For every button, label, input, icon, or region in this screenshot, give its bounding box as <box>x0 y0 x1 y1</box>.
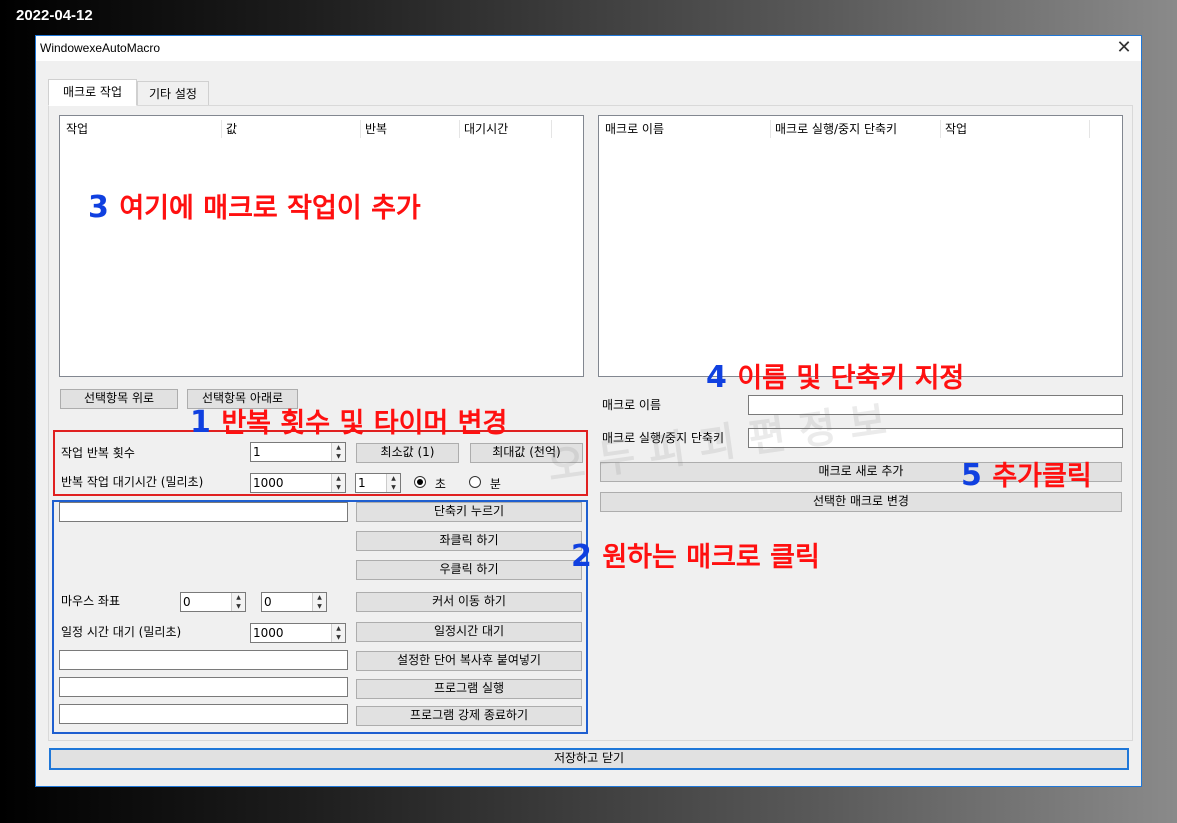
tab-macro-tasks[interactable]: 매크로 작업 <box>48 79 137 106</box>
wait-ms-stepper[interactable]: 1000 ▲ ▼ <box>250 623 346 643</box>
spinner-arrows-icon[interactable]: ▲ ▼ <box>386 474 400 492</box>
annotation-2: 2 원하는 매크로 클릭 <box>571 535 820 574</box>
repeat-wait-unit-value: 1 <box>358 476 366 490</box>
annotation-5: 5 추가클릭 <box>961 454 1092 493</box>
radio-selected-icon[interactable] <box>414 476 426 488</box>
annotation-5-text: 추가클릭 <box>992 461 1092 492</box>
annotation-4-text: 이름 및 단축키 지정 <box>737 363 965 394</box>
minutes-radio[interactable]: 분 <box>469 476 501 492</box>
move-cursor-button[interactable]: 커서 이동 하기 <box>356 592 582 612</box>
annotation-3: 3 여기에 매크로 작업이 추가 <box>88 186 421 225</box>
program-kill-input[interactable] <box>59 704 348 724</box>
annotation-3-number: 3 <box>88 190 109 225</box>
run-program-button[interactable]: 프로그램 실행 <box>356 679 582 699</box>
program-path-input[interactable] <box>59 677 348 697</box>
repeat-count-value: 1 <box>253 445 261 459</box>
app-window: WindowexeAutoMacro ✕ 매크로 작업 기타 설정 작업 값 반… <box>35 35 1142 787</box>
right-click-button[interactable]: 우클릭 하기 <box>356 560 582 580</box>
annotation-5-number: 5 <box>961 458 982 493</box>
wait-ms-label: 일정 시간 대기 (밀리초) <box>61 625 182 639</box>
save-close-button[interactable]: 저장하고 닫기 <box>49 748 1129 770</box>
title-bar[interactable]: WindowexeAutoMacro ✕ <box>36 36 1141 61</box>
date-label: 2022-04-12 <box>16 7 93 24</box>
macro-name-label: 매크로 이름 <box>602 398 662 412</box>
column-header-macro-task[interactable]: 작업 <box>941 120 1090 138</box>
minutes-label: 분 <box>489 477 501 491</box>
column-header-repeat[interactable]: 반복 <box>361 120 460 138</box>
seconds-radio[interactable]: 초 <box>414 476 446 492</box>
repeat-wait-label: 반복 작업 대기시간 (밀리초) <box>61 475 204 489</box>
left-click-button[interactable]: 좌클릭 하기 <box>356 531 582 551</box>
spinner-arrows-icon[interactable]: ▲ ▼ <box>331 443 345 461</box>
column-header-macro-name[interactable]: 매크로 이름 <box>601 120 771 138</box>
task-list[interactable]: 작업 값 반복 대기시간 <box>59 115 584 377</box>
window-title: WindowexeAutoMacro <box>40 41 161 55</box>
spinner-arrows-icon[interactable]: ▲ ▼ <box>331 474 345 492</box>
mouse-y-value: 0 <box>264 595 272 609</box>
annotation-4-number: 4 <box>706 360 727 395</box>
min-value-button[interactable]: 최소값 (1) <box>356 443 459 463</box>
close-icon[interactable]: ✕ <box>1113 37 1135 59</box>
spinner-arrows-icon[interactable]: ▲ ▼ <box>231 593 245 611</box>
repeat-count-label: 작업 반복 횟수 <box>61 446 135 460</box>
wait-ms-value: 1000 <box>253 626 284 640</box>
repeat-wait-value: 1000 <box>253 476 284 490</box>
paste-text-button[interactable]: 설정한 단어 복사후 붙여넣기 <box>356 651 582 671</box>
mouse-coords-label: 마우스 좌표 <box>61 594 121 608</box>
macro-list[interactable]: 매크로 이름 매크로 실행/중지 단축키 작업 <box>598 115 1123 377</box>
wait-time-button[interactable]: 일정시간 대기 <box>356 622 582 642</box>
move-up-button[interactable]: 선택항목 위로 <box>60 389 178 409</box>
annotation-2-number: 2 <box>571 539 592 574</box>
column-header-task[interactable]: 작업 <box>62 120 222 138</box>
mouse-x-stepper[interactable]: 0 ▲ ▼ <box>180 592 246 612</box>
annotation-1-number: 1 <box>190 405 211 440</box>
seconds-label: 초 <box>434 477 446 491</box>
shortcut-input[interactable] <box>59 502 348 522</box>
radio-unselected-icon[interactable] <box>469 476 481 488</box>
press-shortcut-button[interactable]: 단축키 누르기 <box>356 502 582 522</box>
repeat-wait-stepper[interactable]: 1000 ▲ ▼ <box>250 473 346 493</box>
change-macro-button[interactable]: 선택한 매크로 변경 <box>600 492 1122 512</box>
annotation-3-text: 여기에 매크로 작업이 추가 <box>119 193 421 224</box>
mouse-x-value: 0 <box>183 595 191 609</box>
column-header-wait[interactable]: 대기시간 <box>460 120 552 138</box>
column-header-hotkey[interactable]: 매크로 실행/중지 단축키 <box>771 120 941 138</box>
spinner-arrows-icon[interactable]: ▲ ▼ <box>331 624 345 642</box>
annotation-1: 1 반복 횟수 및 타이머 변경 <box>190 401 507 440</box>
kill-program-button[interactable]: 프로그램 강제 종료하기 <box>356 706 582 726</box>
tab-other-settings[interactable]: 기타 설정 <box>137 81 209 106</box>
spinner-arrows-icon[interactable]: ▲ ▼ <box>312 593 326 611</box>
mouse-y-stepper[interactable]: 0 ▲ ▼ <box>261 592 327 612</box>
paste-text-input[interactable] <box>59 650 348 670</box>
repeat-wait-unit-stepper[interactable]: 1 ▲ ▼ <box>355 473 401 493</box>
column-header-value[interactable]: 값 <box>222 120 361 138</box>
annotation-4: 4 이름 및 단축키 지정 <box>706 356 964 395</box>
annotation-2-text: 원하는 매크로 클릭 <box>602 542 820 573</box>
annotation-1-text: 반복 횟수 및 타이머 변경 <box>221 408 508 439</box>
repeat-count-stepper[interactable]: 1 ▲ ▼ <box>250 442 346 462</box>
